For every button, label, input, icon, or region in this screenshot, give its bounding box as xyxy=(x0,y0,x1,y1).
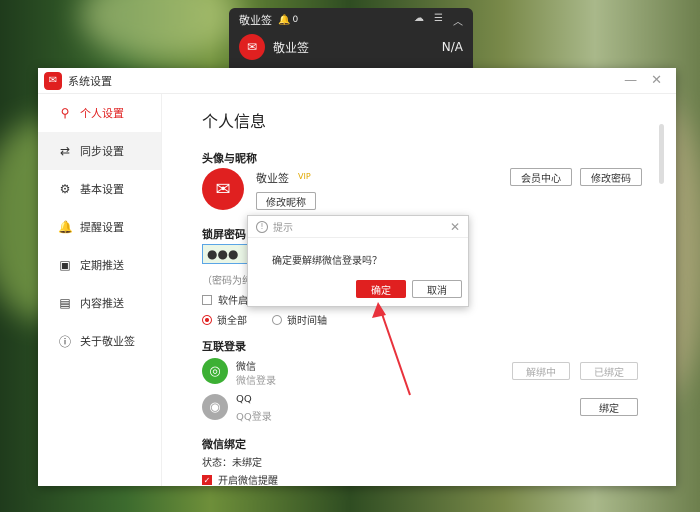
bell-count: 0 xyxy=(292,15,299,25)
wechat-name: 微信 xyxy=(236,362,256,373)
sidebar-item-label: 同步设置 xyxy=(80,145,124,158)
dialog-title: 提示 xyxy=(273,223,293,234)
lock-section-title: 锁屏密码 xyxy=(202,228,246,241)
background-blob xyxy=(80,0,240,60)
mini-widget: 敬业签 🔔 0 ☁ ☰ ︿ ✉ 敬业签 N/A xyxy=(229,8,473,76)
app-logo-icon: ✉ xyxy=(44,71,62,90)
app-logo-icon: ✉ xyxy=(239,34,265,60)
window-title: 系统设置 xyxy=(68,74,112,88)
settings-icon: ⚙ xyxy=(59,182,71,196)
radio-label: 锁时间轴 xyxy=(287,316,327,327)
radio-button[interactable] xyxy=(272,314,282,325)
sidebar-item-label: 内容推送 xyxy=(80,297,124,310)
change-nickname-button[interactable]: 修改昵称 xyxy=(256,192,316,210)
chevron-up-icon[interactable]: ︿ xyxy=(453,13,463,28)
vip-badge: VIP xyxy=(298,172,311,181)
radio-label: 锁全部 xyxy=(217,316,247,327)
person-icon: ⚲ xyxy=(60,106,70,120)
menu-icon[interactable]: ☰ xyxy=(434,13,443,28)
software-start-checkbox[interactable]: 软件启 xyxy=(202,292,248,307)
password-hint: （密码为纯 xyxy=(202,276,252,287)
confirm-dialog: ! 提示 ✕ 确定要解绑微信登录吗？ 确定 取消 xyxy=(247,215,469,307)
confirm-button[interactable]: 确定 xyxy=(356,280,406,298)
checkbox-label: 开启微信提醒 xyxy=(218,476,278,487)
qq-bind-button[interactable]: 绑定 xyxy=(580,398,638,416)
wechat-bind-status: 状态：未绑定 xyxy=(202,458,262,469)
sidebar-item-reminder[interactable]: 🔔 提醒设置 xyxy=(38,208,161,246)
bell-icon[interactable]: 🔔 xyxy=(278,15,290,26)
sync-icon: ⇄ xyxy=(59,144,71,158)
calendar-icon: ▣ xyxy=(59,258,71,272)
sidebar-item-sync[interactable]: ⇄ 同步设置 xyxy=(38,132,161,170)
checkbox-box[interactable]: ✓ xyxy=(202,474,212,485)
mini-app-name: 敬业签 xyxy=(273,40,310,55)
sidebar: ⚲ 个人设置 ⇄ 同步设置 ⚙ 基本设置 🔔 提醒设置 ▣ 定期推送 ▤ 内容推… xyxy=(38,94,162,486)
sidebar-item-scheduled-push[interactable]: ▣ 定期推送 xyxy=(38,246,161,284)
qq-name: QQ xyxy=(236,394,252,405)
change-password-button[interactable]: 修改密码 xyxy=(580,168,642,186)
checkbox-box[interactable] xyxy=(202,294,212,305)
info-icon: ! xyxy=(256,220,268,233)
info-icon: ⓘ xyxy=(58,334,71,349)
scrollbar[interactable] xyxy=(659,124,664,184)
dialog-titlebar: ! 提示 ✕ xyxy=(248,216,468,238)
interconnect-section-title: 互联登录 xyxy=(202,340,246,353)
mini-widget-title: 敬业签 xyxy=(239,14,272,27)
dialog-message: 确定要解绑微信登录吗？ xyxy=(272,256,382,267)
wechat-icon: ◎ xyxy=(202,358,228,384)
sidebar-item-content-push[interactable]: ▤ 内容推送 xyxy=(38,284,161,322)
enable-reminder-checkbox[interactable]: ✓ 开启微信提醒 xyxy=(202,472,278,487)
close-icon[interactable]: ✕ xyxy=(450,220,460,234)
page-title: 个人信息 xyxy=(202,112,267,131)
sidebar-item-label: 关于敬业签 xyxy=(80,335,135,348)
qq-sub: QQ登录 xyxy=(236,412,272,423)
sidebar-item-label: 基本设置 xyxy=(80,183,124,196)
lock-all-radio[interactable]: 锁全部 xyxy=(202,312,247,327)
radio-button[interactable] xyxy=(202,314,212,325)
sidebar-item-label: 提醒设置 xyxy=(80,221,124,234)
bell-icon: 🔔 xyxy=(58,220,73,234)
close-icon[interactable]: ✕ xyxy=(651,73,662,88)
member-center-button[interactable]: 会员中心 xyxy=(510,168,572,186)
document-icon: ▤ xyxy=(59,296,71,310)
username: 敬业签 xyxy=(256,172,289,185)
qq-icon: ◉ xyxy=(202,394,228,420)
sidebar-item-label: 个人设置 xyxy=(80,107,124,120)
sidebar-item-personal[interactable]: ⚲ 个人设置 xyxy=(38,94,161,132)
cancel-button[interactable]: 取消 xyxy=(412,280,462,298)
sidebar-item-about[interactable]: ⓘ 关于敬业签 xyxy=(38,322,161,360)
sidebar-item-label: 定期推送 xyxy=(80,259,124,272)
sidebar-item-basic[interactable]: ⚙ 基本设置 xyxy=(38,170,161,208)
mini-value: N/A xyxy=(441,40,463,54)
cloud-icon[interactable]: ☁ xyxy=(414,13,424,28)
checkbox-label: 软件启 xyxy=(218,296,248,307)
lock-timeline-radio[interactable]: 锁时间轴 xyxy=(272,312,327,327)
wechat-bind-section-title: 微信绑定 xyxy=(202,438,246,451)
titlebar: ✉ 系统设置 — ✕ xyxy=(38,68,676,94)
minimize-icon[interactable]: — xyxy=(624,73,637,88)
avatar-section-title: 头像与昵称 xyxy=(202,152,257,165)
wechat-unbinding-button[interactable]: 解绑中 xyxy=(512,362,570,380)
avatar[interactable]: ✉ xyxy=(202,168,244,210)
wechat-sub: 微信登录 xyxy=(236,376,276,387)
wechat-bound-button[interactable]: 已绑定 xyxy=(580,362,638,380)
